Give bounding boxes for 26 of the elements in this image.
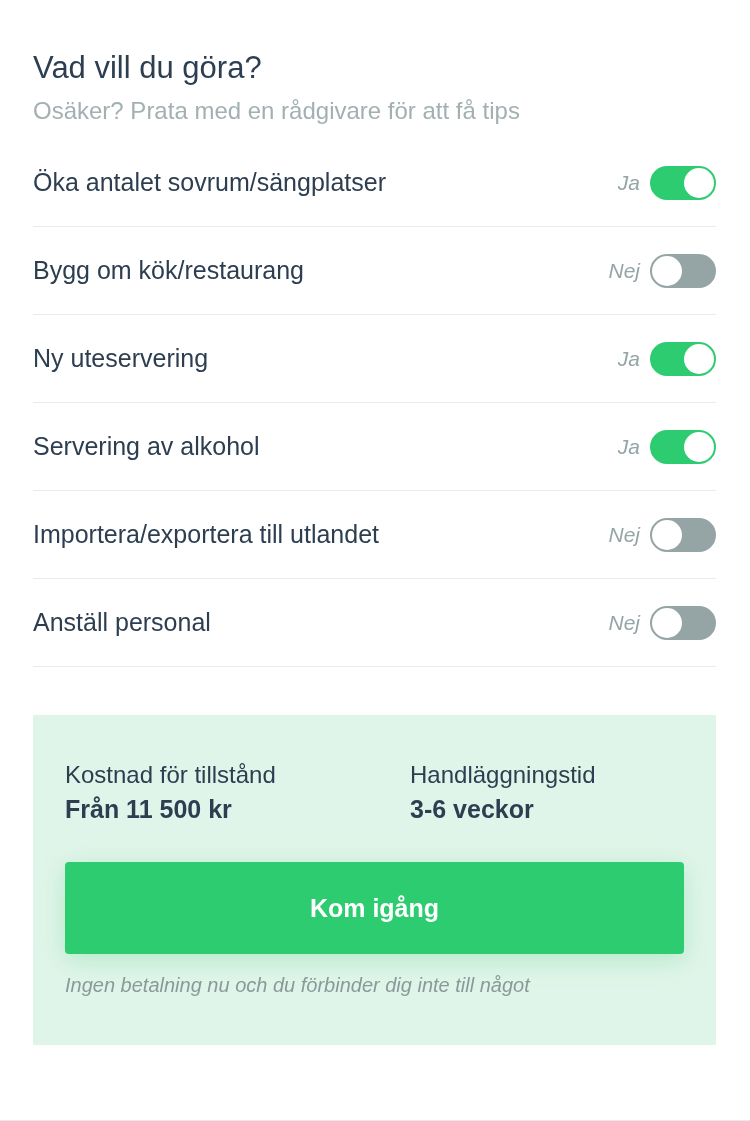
page-title: Vad vill du göra?: [33, 49, 263, 87]
fact-label: Kostnad för tillstånd: [65, 761, 277, 789]
toggle-switch[interactable]: [650, 605, 716, 640]
toggle-state-text: Nej: [608, 258, 640, 283]
fact-value: Från 11 500 kr: [65, 795, 233, 824]
option-label: Anställ personal: [33, 608, 211, 637]
toggle-state-text: Ja: [617, 170, 640, 195]
toggle-state-text: Ja: [617, 434, 640, 459]
option-label: Importera/exportera till utlandet: [33, 520, 379, 549]
toggle-switch[interactable]: [650, 429, 716, 464]
option-label: Öka antalet sovrum/sängplatser: [33, 168, 386, 197]
fact-label: Handläggningstid: [410, 761, 597, 789]
option-label: Bygg om kök/restaurang: [33, 256, 304, 285]
toggle-switch[interactable]: [650, 165, 716, 200]
toggle-switch[interactable]: [650, 517, 716, 552]
start-button[interactable]: Kom igång: [65, 862, 684, 954]
fact-value: 3-6 veckor: [410, 795, 535, 824]
page-subtitle: Osäker? Prata med en rådgivare för att få tips: [33, 96, 521, 126]
toggle-switch[interactable]: [650, 253, 716, 288]
option-label: Ny uteservering: [33, 344, 209, 373]
toggle-switch[interactable]: [650, 341, 716, 376]
toggle-state-text: Ja: [617, 346, 640, 371]
disclaimer-note: Ingen betalning nu och du förbinder dig inte till något: [65, 974, 532, 997]
toggle-state-text: Nej: [608, 610, 640, 635]
toggle-state-text: Nej: [608, 522, 640, 547]
option-label: Servering av alkohol: [33, 432, 260, 461]
